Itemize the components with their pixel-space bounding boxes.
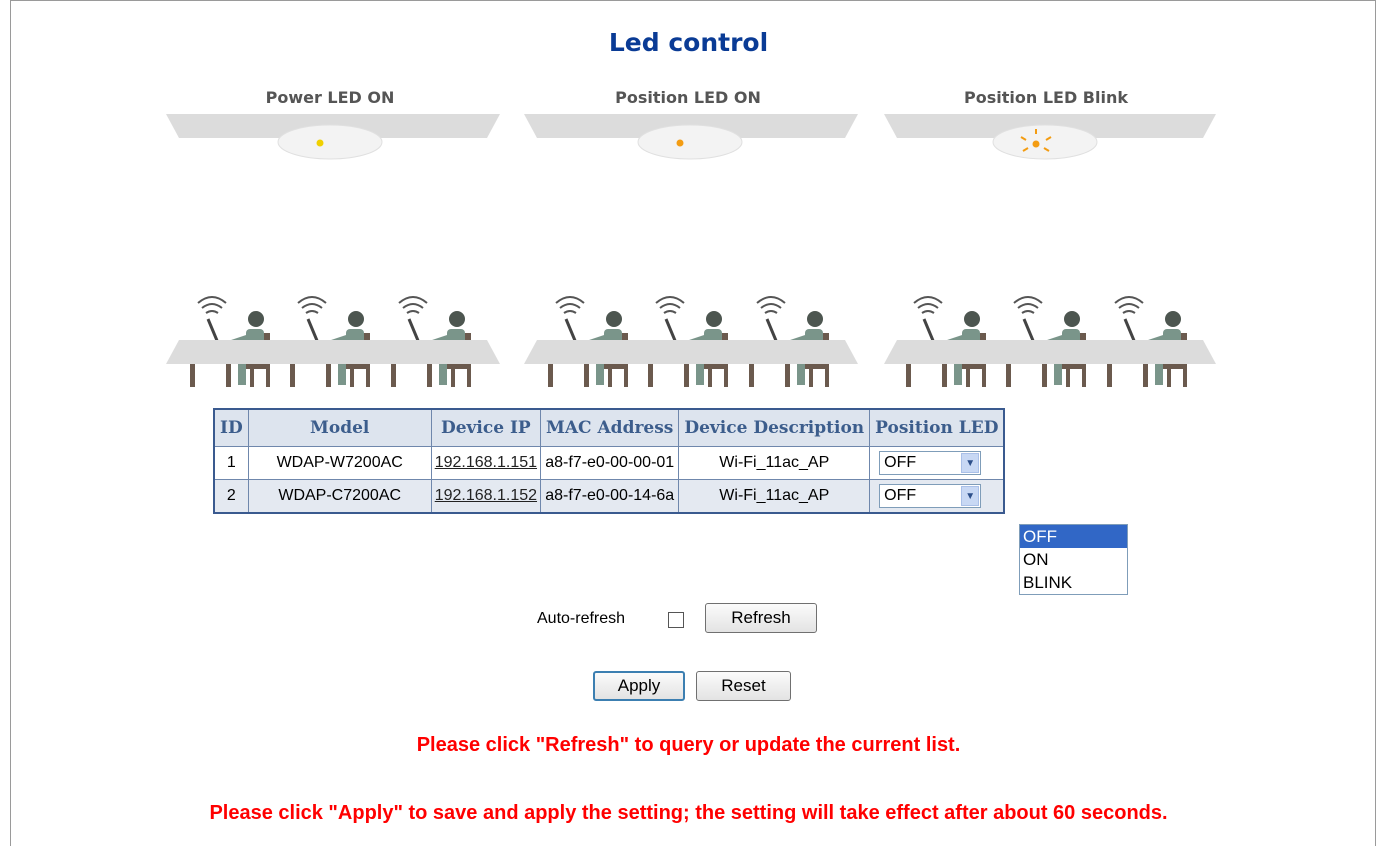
refresh-button[interactable]: Refresh [705,603,817,633]
cell-description: Wi-Fi_11ac_AP [678,479,871,514]
col-header-mac-address: MAC Address [540,408,680,447]
cell-device-ip-link[interactable]: 192.168.1.152 [430,479,542,514]
chevron-down-icon[interactable]: ▼ [961,486,980,506]
cell-description: Wi-Fi_11ac_AP [678,446,871,480]
group-power-led-on [166,114,500,387]
col-header-id: ID [213,408,249,447]
col-header-position-led: Position LED [869,408,1005,447]
cell-model: WDAP-W7200AC [247,446,432,480]
table-header-row: ID Model Device IP MAC Address Device De… [213,408,1005,447]
dropdown-option-off[interactable]: OFF [1020,525,1127,548]
cell-device-ip-link[interactable]: 192.168.1.151 [430,446,542,480]
position-led-dropdown-list: OFF ON BLINK [1019,524,1128,595]
auto-refresh-checkbox[interactable] [668,612,684,628]
cell-mac: a8-f7-e0-00-14-6a [540,479,680,514]
dropdown-option-on[interactable]: ON [1020,548,1127,571]
position-led-value: OFF [884,454,917,471]
table-row: 1 WDAP-W7200AC 192.168.1.151 a8-f7-e0-00… [213,446,1005,480]
chevron-down-icon[interactable]: ▼ [961,453,980,473]
col-header-device-description: Device Description [678,408,871,447]
cell-position-led: OFF ▼ [869,446,1005,480]
led-device-table: ID Model Device IP MAC Address Device De… [213,408,1006,514]
refresh-hint-message: Please click "Refresh" to query or updat… [416,734,961,756]
position-led-value: OFF [884,487,917,504]
col-header-model: Model [247,408,432,447]
reset-button[interactable]: Reset [696,671,791,701]
col-header-device-ip: Device IP [430,408,542,447]
dropdown-option-blink[interactable]: BLINK [1020,571,1127,594]
cell-position-led: OFF ▼ [869,479,1005,514]
position-led-select[interactable]: OFF ▼ [879,484,982,508]
apply-button[interactable]: Apply [593,671,685,701]
cell-model: WDAP-C7200AC [247,479,432,514]
group-position-led-blink [884,114,1216,387]
group-position-led-on [524,114,858,387]
cell-id: 1 [213,446,249,480]
page-title: Led control [608,28,769,57]
auto-refresh-label: Auto-refresh [537,610,626,627]
cell-mac: a8-f7-e0-00-00-01 [540,446,680,480]
position-led-select[interactable]: OFF ▼ [879,451,982,475]
table-row: 2 WDAP-C7200AC 192.168.1.152 a8-f7-e0-00… [213,479,1005,514]
apply-hint-message: Please click "Apply" to save and apply t… [209,802,1168,824]
cell-id: 2 [213,479,249,514]
led-illustration [166,114,1216,400]
